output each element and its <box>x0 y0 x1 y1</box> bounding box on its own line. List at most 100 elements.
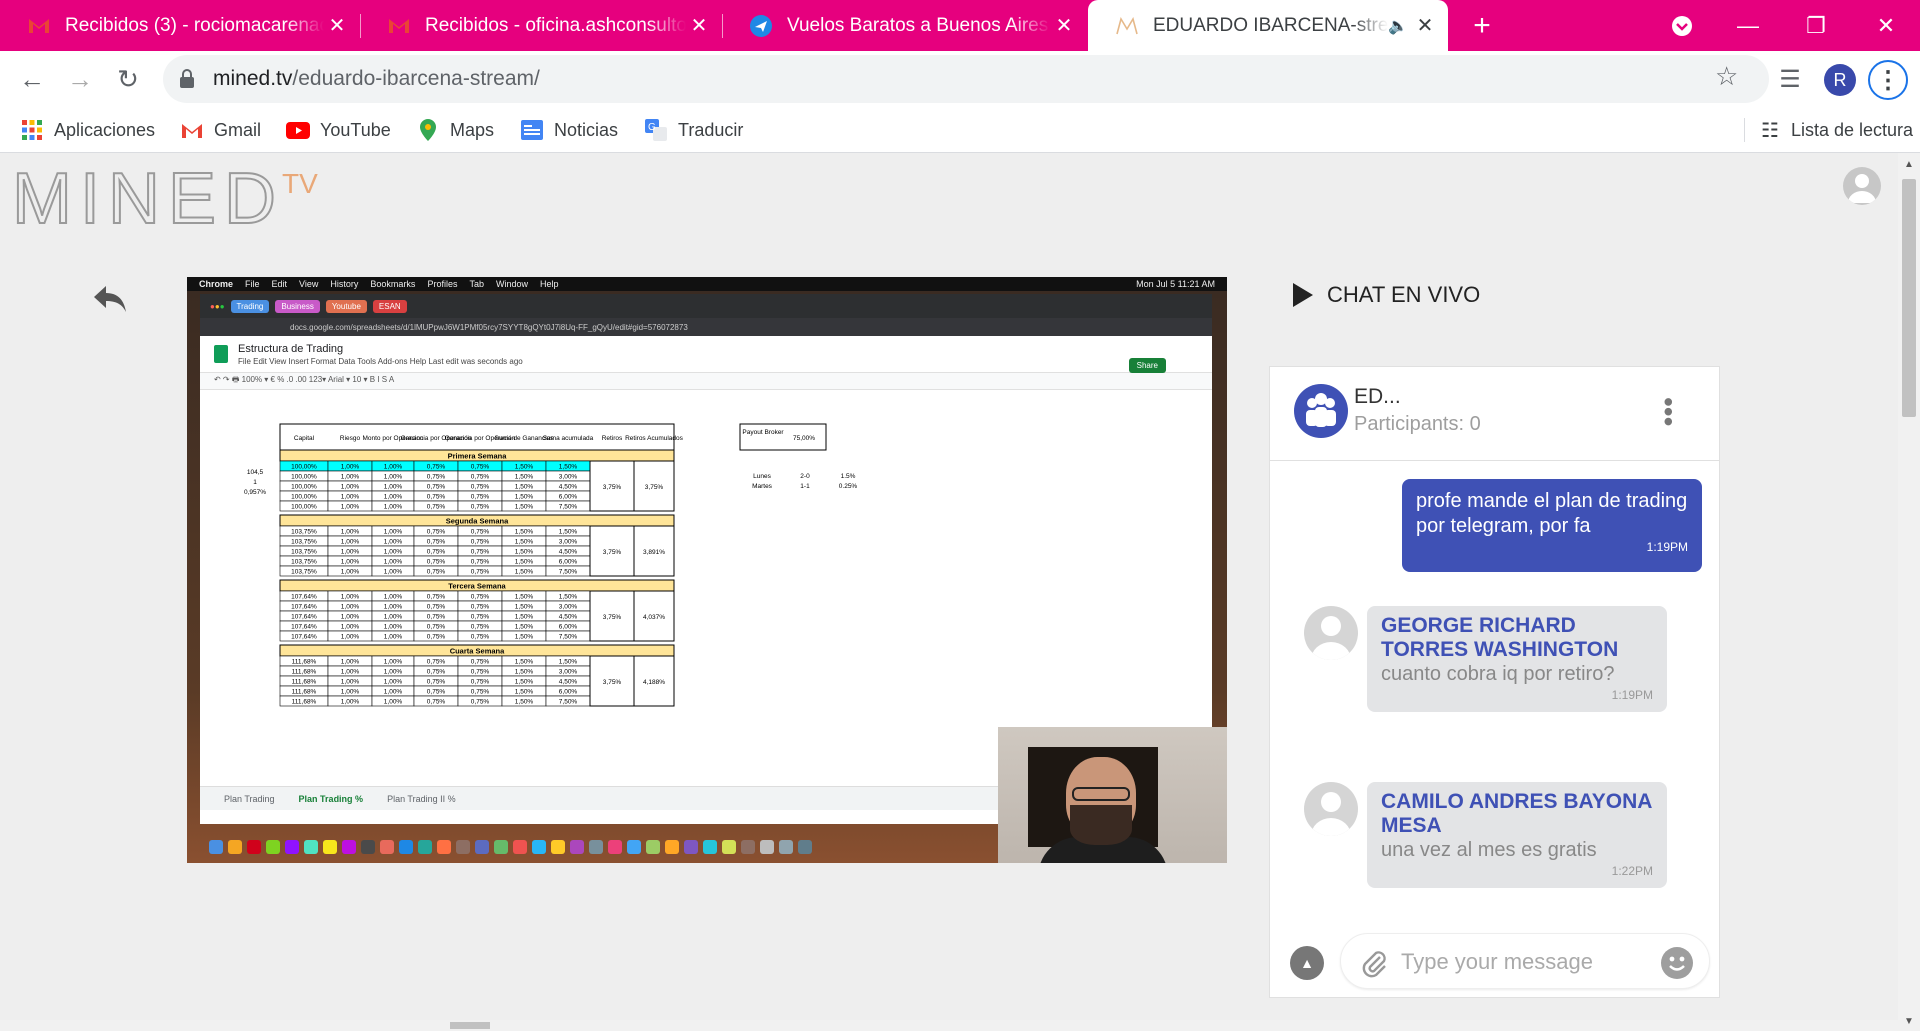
scroll-up-arrow[interactable]: ▲ <box>1904 159 1914 170</box>
cell-value: 0,75% <box>427 604 446 611</box>
cell-value: 1,00% <box>341 464 360 471</box>
stream-video[interactable]: Chrome File Edit View History Bookmarks … <box>187 277 1227 863</box>
svg-text:TV: TV <box>282 168 318 199</box>
side-score: 2-0 <box>800 473 810 480</box>
cell-value: 107,64% <box>291 604 317 611</box>
sheet-header: Estructura de Trading File Edit View Ins… <box>200 336 1212 372</box>
bookmark-aplicaciones[interactable]: Aplicaciones <box>20 107 155 153</box>
media-control-icon[interactable]: ☰ <box>1772 61 1808 97</box>
back-button[interactable]: ← <box>14 61 50 97</box>
dock-app-icon <box>627 840 641 854</box>
dock-app-icon <box>741 840 755 854</box>
retiros-value: 3,75% <box>603 614 622 621</box>
cell-value: 0,75% <box>471 614 490 621</box>
chat-footer: ▲ <box>1270 926 1719 998</box>
bookmark-noticias[interactable]: Noticias <box>520 107 618 153</box>
cell-value: 1,50% <box>559 529 578 536</box>
incoming-message: GEORGE RICHARD TORRES WASHINGTON cuanto … <box>1367 606 1667 712</box>
forward-button[interactable]: → <box>62 61 98 97</box>
close-window-button[interactable]: ✕ <box>1868 8 1904 44</box>
tab-gmail-inbox-1[interactable]: Recibidos (3) - rociomacarenacas ✕ <box>0 0 360 51</box>
cell-value: 0,75% <box>427 504 446 511</box>
cell-value: 0,75% <box>471 484 490 491</box>
address-bar[interactable]: mined.tv/eduardo-ibarcena-stream/ <box>163 55 1769 103</box>
reload-button[interactable]: ↻ <box>110 61 146 97</box>
browser-menu-button[interactable]: ⋮ <box>1868 60 1908 100</box>
close-tab-icon[interactable]: ✕ <box>1412 13 1438 38</box>
close-tab-icon[interactable]: ✕ <box>686 13 712 38</box>
tab-flights[interactable]: Vuelos Baratos a Buenos Aires | T ✕ <box>722 0 1087 51</box>
cell-value: 6,00% <box>559 624 578 631</box>
chat-panel: ED... Participants: 0 ••• profe mande el… <box>1269 366 1720 998</box>
reading-list[interactable]: ☷ Lista de lectura <box>1744 107 1913 153</box>
dock-app-icon <box>456 840 470 854</box>
cell-value: 0,75% <box>427 624 446 631</box>
shared-tab-strip: ● ● ● Trading Business Youtube ESAN <box>200 294 1212 318</box>
scroll-up-button[interactable]: ▲ <box>1290 946 1324 980</box>
bookmark-youtube[interactable]: YouTube <box>286 107 391 153</box>
site-logo[interactable]: MINED TV <box>11 158 332 240</box>
shared-url-bar: docs.google.com/spreadsheets/d/1lMUPpwJ6… <box>200 318 1212 336</box>
user-avatar-icon[interactable] <box>1843 167 1881 205</box>
cell-value: 1,50% <box>515 699 534 706</box>
profile-avatar[interactable]: R <box>1824 64 1856 96</box>
minimize-window-button[interactable]: — <box>1730 8 1766 44</box>
column-header: Retiros Acumulados <box>625 435 684 442</box>
cell-value: 1,00% <box>384 494 403 501</box>
lock-icon[interactable] <box>179 69 195 94</box>
dock-app-icon <box>570 840 584 854</box>
cell-value: 0,75% <box>471 504 490 511</box>
dock-app-icon <box>779 840 793 854</box>
bookmark-traducir[interactable]: G Traducir <box>644 107 743 153</box>
cell-value: 111,68% <box>292 679 317 686</box>
tab-gmail-inbox-2[interactable]: Recibidos - oficina.ashconsultore ✕ <box>360 0 722 51</box>
sheets-icon <box>214 345 228 363</box>
horizontal-scrollbar[interactable] <box>0 1020 1898 1031</box>
attach-icon[interactable] <box>1359 948 1389 983</box>
tab-mined-stream[interactable]: EDUARDO IBARCENA-stream 🔈 ✕ <box>1088 0 1448 51</box>
close-tab-icon[interactable]: ✕ <box>324 13 350 38</box>
scrollbar-thumb[interactable] <box>450 1022 490 1029</box>
new-tab-button[interactable]: + <box>1464 8 1500 44</box>
back-arrow-icon[interactable] <box>92 279 128 324</box>
cell-value: 111,68% <box>292 659 317 666</box>
url-text[interactable]: mined.tv/eduardo-ibarcena-stream/ <box>213 67 540 91</box>
scroll-down-arrow[interactable]: ▼ <box>1904 1016 1914 1027</box>
message-author: GEORGE RICHARD TORRES WASHINGTON <box>1381 614 1619 661</box>
message-composer[interactable] <box>1340 933 1710 989</box>
cell-value: 1,50% <box>515 634 534 641</box>
cell-value: 1,50% <box>559 464 578 471</box>
dock-app-icon <box>323 840 337 854</box>
close-tab-icon[interactable]: ✕ <box>1051 13 1077 38</box>
cell-value: 0,75% <box>427 549 446 556</box>
dock-app-icon <box>304 840 318 854</box>
bookmark-star-icon[interactable]: ☆ <box>1715 61 1738 92</box>
browser-toolbar: ← → ↻ mined.tv/eduardo-ibarcena-stream/ … <box>0 51 1920 107</box>
bookmark-gmail[interactable]: Gmail <box>180 107 261 153</box>
emoji-icon[interactable] <box>1661 947 1693 979</box>
more-options-icon[interactable]: ••• <box>1653 397 1684 426</box>
tab-search-icon[interactable] <box>1664 8 1700 44</box>
bookmark-maps[interactable]: Maps <box>416 107 494 153</box>
cell-value: 1,50% <box>515 669 534 676</box>
dock-app-icon <box>380 840 394 854</box>
cell-value: 1,50% <box>515 529 534 536</box>
restore-window-button[interactable]: ❐ <box>1798 8 1834 44</box>
sheet-share-button: Share <box>1128 358 1166 373</box>
cell-value: 0,75% <box>471 679 490 686</box>
scrollbar-thumb[interactable] <box>1902 179 1916 417</box>
cell-value: 1,00% <box>341 604 360 611</box>
spreadsheet-grid: Capital Riesgo Monto por Operacion Ganancia… <box>200 406 1185 766</box>
chat-title: CHAT EN VIVO <box>1293 282 1480 308</box>
message-author: CAMILO ANDRES BAYONA MESA <box>1381 790 1652 837</box>
news-icon <box>520 118 544 142</box>
cell-value: 1,00% <box>341 484 360 491</box>
own-message: profe mande el plan de trading por teleg… <box>1402 479 1702 572</box>
speaker-icon[interactable]: 🔈 <box>1388 16 1412 36</box>
cell-value: 1,50% <box>515 689 534 696</box>
retiros-value: 3,75% <box>603 679 622 686</box>
message-input[interactable] <box>1401 946 1641 978</box>
page-scrollbar[interactable]: ▲ ▼ <box>1898 153 1920 1031</box>
cell-value: 1,00% <box>384 529 403 536</box>
cell-value: 1,00% <box>384 594 403 601</box>
